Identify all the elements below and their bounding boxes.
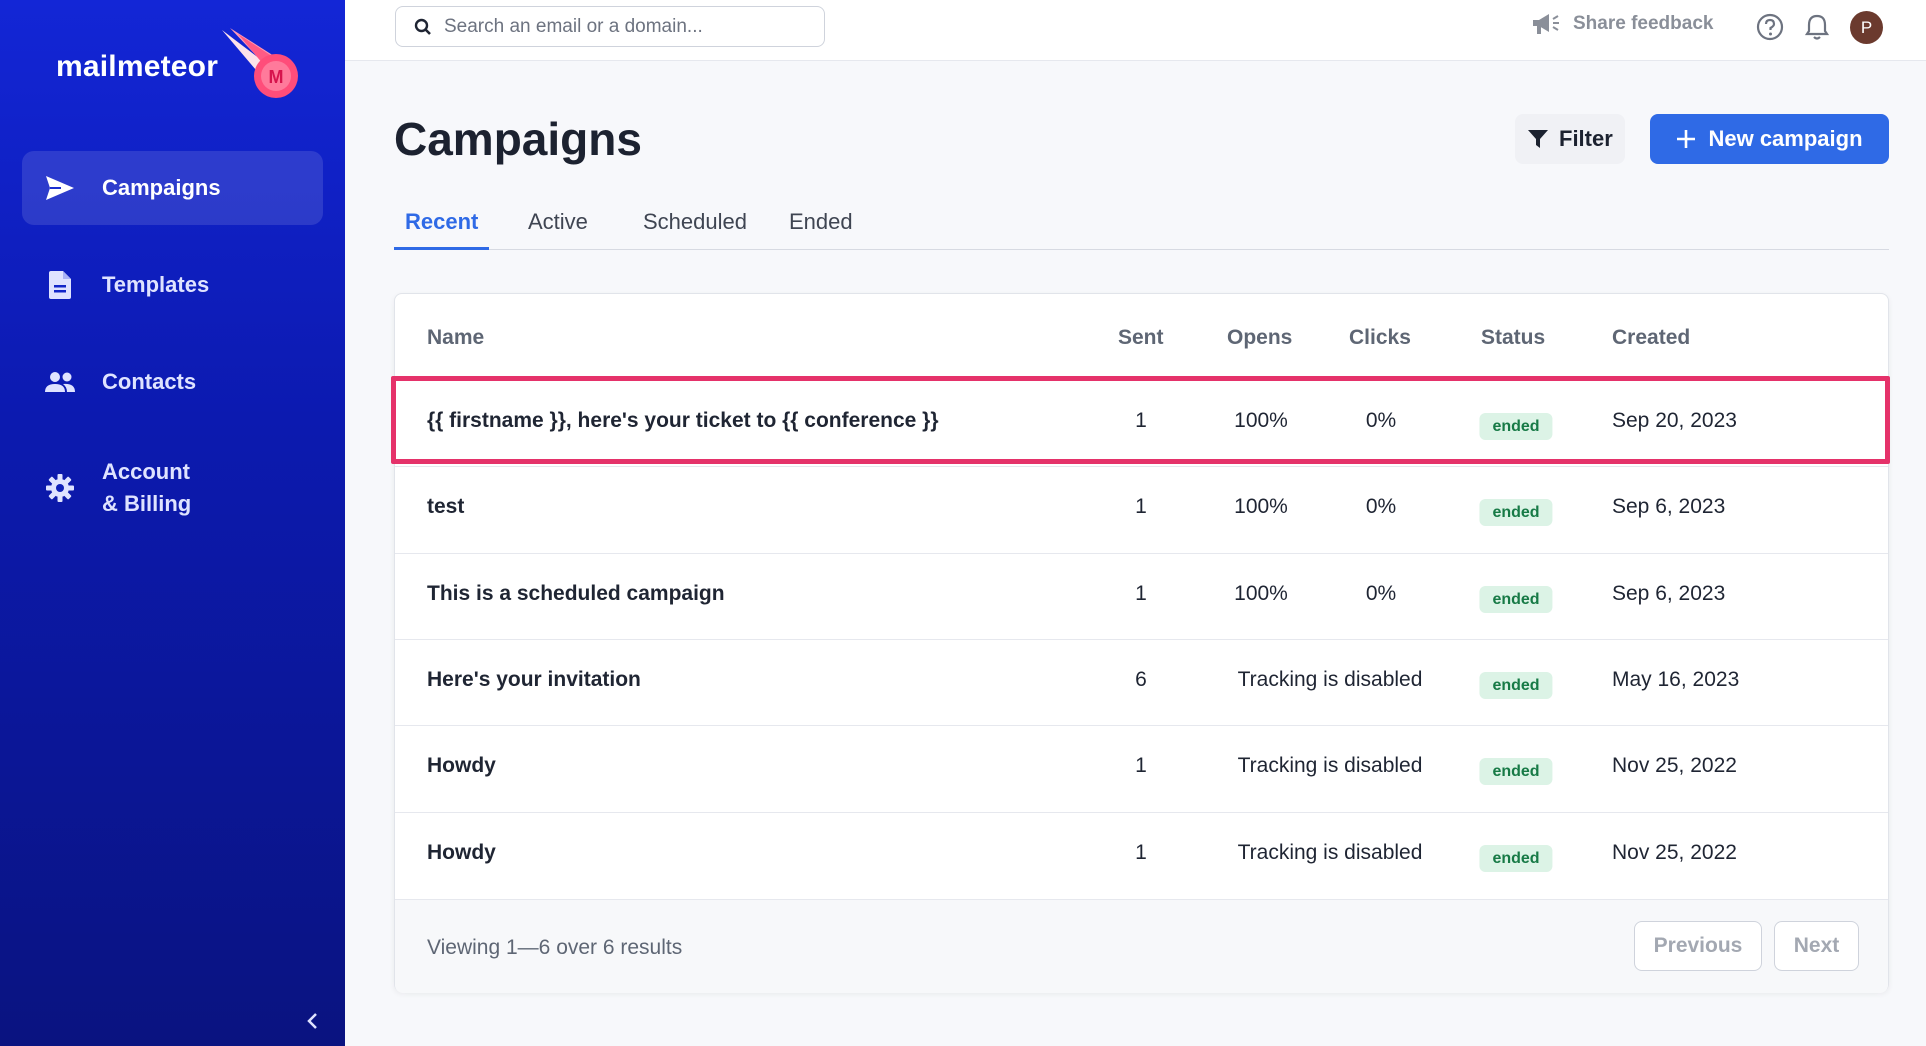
column-status[interactable]: Status (1481, 326, 1545, 350)
top-bar: Share feedback P (345, 0, 1926, 61)
campaign-name[interactable]: test (427, 495, 464, 519)
sent-count: 1 (1135, 581, 1147, 605)
opens-rate: 100% (1234, 495, 1288, 519)
created-date: Sep 6, 2023 (1612, 581, 1726, 605)
campaign-name[interactable]: Here's your invitation (427, 668, 641, 692)
sidebar-item-label: Account & Billing (102, 456, 191, 520)
clicks-rate: 0% (1365, 409, 1397, 432)
status-badge: ended (1479, 758, 1553, 786)
tracking-status: Tracking is disabled (1237, 840, 1423, 864)
sidebar-item-account-billing[interactable]: Account & Billing (22, 442, 323, 534)
clicks-rate: 0% (1365, 581, 1397, 605)
status-badge: ended (1479, 844, 1553, 872)
avatar[interactable]: P (1850, 11, 1883, 44)
sidebar-item-label: Campaigns (102, 175, 221, 200)
sidebar-item-contacts[interactable]: Contacts (22, 345, 323, 419)
collapse-sidebar-button[interactable] (300, 1008, 326, 1034)
campaign-name[interactable]: Howdy (427, 841, 496, 865)
megaphone-icon (1533, 14, 1559, 34)
table-footer: Viewing 1—6 over 6 results Previous Next (395, 899, 1888, 993)
campaign-name[interactable]: Howdy (427, 754, 496, 778)
campaign-name[interactable]: {{ firstname }}, here's your ticket to {… (427, 409, 939, 433)
table-header: Name Sent Opens Clicks Status Created (395, 294, 1888, 380)
created-date: Nov 25, 2022 (1612, 754, 1737, 778)
sidebar: mailmeteor M Campaigns Templates Contact… (0, 0, 345, 1046)
table-row[interactable]: Howdy 1 Tracking is disabled Nov 25, 2022 en… (395, 725, 1888, 811)
share-feedback-button[interactable]: Share feedback (1531, 12, 1713, 36)
page-title: Campaigns (394, 113, 642, 165)
created-date: Sep 20, 2023 (1612, 409, 1737, 432)
gear-icon (42, 470, 78, 506)
sent-count: 1 (1135, 840, 1147, 864)
column-created[interactable]: Created (1612, 326, 1690, 350)
tracking-status: Tracking is disabled (1237, 667, 1423, 691)
filter-button[interactable]: Filter (1515, 114, 1625, 164)
sidebar-item-label-line2: & Billing (102, 491, 192, 516)
search-icon (414, 18, 431, 35)
created-date: May 16, 2023 (1612, 667, 1740, 691)
status-badge: ended (1479, 671, 1553, 699)
table-row[interactable]: test 1 100% 0% Sep 6, 2023 ended (395, 466, 1888, 552)
campaigns-table: Name Sent Opens Clicks Status Created {{… (394, 293, 1889, 993)
notifications-button[interactable] (1802, 12, 1832, 42)
opens-rate: 100% (1234, 409, 1288, 432)
search-input[interactable] (444, 15, 804, 38)
search-box[interactable] (395, 6, 825, 47)
table-row[interactable]: {{ firstname }}, here's your ticket to {… (395, 380, 1888, 466)
campaign-tabs: Recent Active Scheduled Ended (394, 205, 1889, 250)
results-count: Viewing 1—6 over 6 results (427, 936, 683, 959)
sidebar-nav: Campaigns Templates Contacts Account & B… (22, 151, 323, 557)
chevron-left-icon (307, 1013, 317, 1029)
status-badge: ended (1479, 585, 1553, 613)
tracking-status: Tracking is disabled (1237, 754, 1423, 778)
column-opens[interactable]: Opens (1227, 326, 1292, 350)
sidebar-item-templates[interactable]: Templates (22, 248, 323, 322)
tab-recent[interactable]: Recent (394, 209, 490, 250)
sent-count: 1 (1135, 409, 1147, 432)
bell-icon (1805, 14, 1829, 40)
meteor-logo-icon: M (222, 28, 298, 98)
previous-button[interactable]: Previous (1634, 921, 1762, 971)
share-feedback-label: Share feedback (1573, 13, 1714, 34)
tab-ended[interactable]: Ended (778, 209, 864, 250)
document-icon (42, 267, 78, 303)
sidebar-item-label: Contacts (102, 369, 197, 394)
sidebar-item-label: Templates (102, 272, 210, 297)
column-sent[interactable]: Sent (1118, 326, 1164, 350)
brand-logo[interactable]: mailmeteor M (56, 28, 298, 98)
help-icon (1756, 13, 1784, 41)
table-row[interactable]: Howdy 1 Tracking is disabled Nov 25, 2022 en… (395, 811, 1888, 898)
created-date: Nov 25, 2022 (1612, 840, 1737, 864)
clicks-rate: 0% (1365, 495, 1397, 519)
filter-label: Filter (1559, 126, 1613, 151)
sidebar-item-campaigns[interactable]: Campaigns (22, 151, 323, 225)
plus-icon (1677, 130, 1696, 148)
campaign-name[interactable]: This is a scheduled campaign (427, 582, 725, 606)
status-badge: ended (1479, 499, 1553, 527)
new-campaign-label: New campaign (1708, 126, 1863, 151)
status-badge: ended (1479, 413, 1553, 440)
send-icon (42, 170, 78, 206)
brand-name: mailmeteor (56, 50, 219, 83)
sidebar-item-label-line1: Account (102, 459, 190, 484)
opens-rate: 100% (1234, 581, 1288, 605)
tab-scheduled[interactable]: Scheduled (632, 209, 758, 250)
sent-count: 1 (1135, 495, 1147, 519)
table-row[interactable]: Here's your invitation 6 Tracking is disab… (395, 638, 1888, 725)
users-icon (42, 364, 78, 400)
sent-count: 1 (1135, 754, 1147, 778)
table-row[interactable]: This is a scheduled campaign 1 100% 0% Sep 6… (395, 552, 1888, 639)
column-name[interactable]: Name (427, 326, 484, 350)
created-date: Sep 6, 2023 (1612, 495, 1726, 519)
svg-text:M: M (269, 67, 284, 87)
sent-count: 6 (1135, 667, 1147, 691)
tab-active[interactable]: Active (517, 209, 599, 250)
next-button[interactable]: Next (1774, 921, 1859, 971)
help-button[interactable] (1755, 12, 1785, 42)
new-campaign-button[interactable]: New campaign (1650, 114, 1889, 164)
filter-icon (1528, 130, 1548, 148)
column-clicks[interactable]: Clicks (1349, 326, 1411, 350)
